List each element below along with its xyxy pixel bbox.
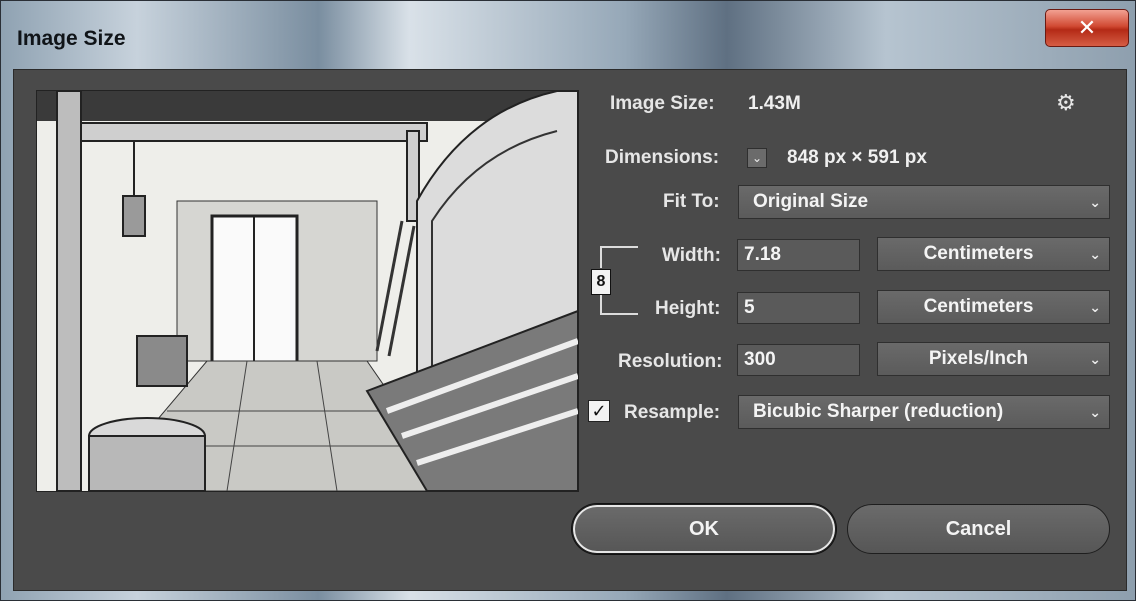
width-unit-select[interactable]: Centimeters ⌄ [877,237,1110,271]
chevron-down-icon: ⌄ [1089,194,1101,210]
width-input[interactable]: 7.18 [737,239,860,271]
height-unit-value: Centimeters [923,296,1034,317]
fit-to-select[interactable]: Original Size ⌄ [738,185,1110,219]
title-bar[interactable]: Image Size ✕ [1,1,1135,69]
link-icon[interactable]: 8 [591,269,611,295]
resolution-unit-select[interactable]: Pixels/Inch ⌄ [877,342,1110,376]
window-title: Image Size [17,27,126,50]
fit-to-label: Fit To: [663,191,720,212]
height-unit-select[interactable]: Centimeters ⌄ [877,290,1110,324]
gear-icon[interactable]: ⚙ [1056,90,1076,116]
constrain-bracket-top [600,246,638,268]
resolution-unit-value: Pixels/Inch [928,348,1029,369]
resample-checkbox[interactable]: ✓ [588,400,610,422]
width-unit-value: Centimeters [923,243,1034,264]
ok-button[interactable]: OK [572,504,836,554]
image-size-label: Image Size: [610,93,715,114]
resample-value: Bicubic Sharper (reduction) [753,401,1004,422]
chevron-down-icon: ⌄ [1089,351,1101,367]
dimensions-label: Dimensions: [605,147,720,168]
resample-select[interactable]: Bicubic Sharper (reduction) ⌄ [738,395,1110,429]
fit-to-value: Original Size [753,191,869,212]
chevron-down-icon: ⌄ [1089,246,1101,262]
close-icon: ✕ [1077,15,1097,40]
dimensions-units-dropdown[interactable]: ⌄ [747,148,767,168]
cancel-button[interactable]: Cancel [847,504,1110,554]
resolution-label: Resolution: [618,351,723,372]
resolution-input[interactable]: 300 [737,344,860,376]
constrain-bracket-bottom [600,295,638,315]
height-label: Height: [655,298,721,319]
image-preview[interactable] [36,90,579,492]
height-input[interactable]: 5 [737,292,860,324]
preview-drawing [37,91,578,491]
chevron-down-icon: ⌄ [751,151,763,165]
resample-label: Resample: [624,402,721,423]
width-label: Width: [662,245,721,266]
close-button[interactable]: ✕ [1045,9,1129,47]
chevron-down-icon: ⌄ [1089,299,1101,315]
dimensions-value: 848 px × 591 px [787,147,927,168]
image-size-window: Image Size ✕ ⚙ Image Size: 1.43M Dimensi… [0,0,1136,601]
chevron-down-icon: ⌄ [1089,404,1101,420]
image-size-value: 1.43M [748,93,801,114]
